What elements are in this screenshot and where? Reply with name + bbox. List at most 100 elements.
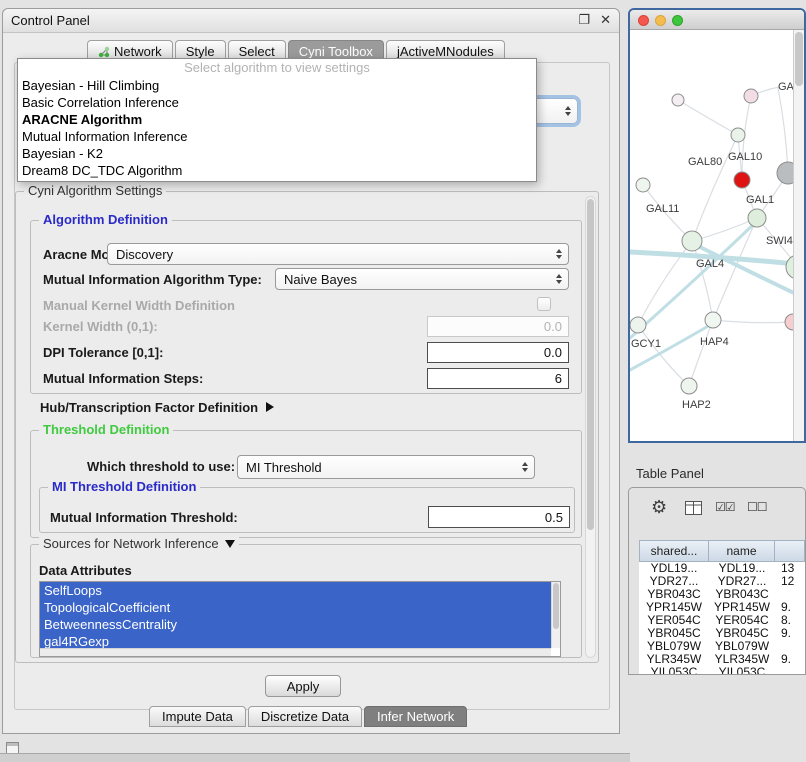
dropdown-item[interactable]: Mutual Information Inference [18,128,536,145]
attribute-list-hscrollbar[interactable] [40,648,551,656]
select-all-rows-icon[interactable]: ☑☑ [715,500,735,514]
network-window-titlebar[interactable] [630,10,804,30]
table-row[interactable]: YLR345WYLR345W9. [639,653,805,666]
columns-icon[interactable] [685,501,702,515]
table-cell[interactable]: YIL053C [709,666,775,674]
network-node[interactable] [705,312,721,328]
network-edge[interactable] [778,88,788,173]
table-cell[interactable] [775,666,805,674]
float-window-icon[interactable]: ❐ [578,12,590,28]
table-cell[interactable]: YBL079W [639,640,709,653]
deselect-all-rows-icon[interactable]: ☐☐ [747,500,767,514]
dpi-tolerance-input[interactable] [427,342,569,363]
table-cell[interactable]: YBR045C [709,627,775,640]
settings-scrollbar[interactable] [585,196,596,658]
table-cell[interactable]: YDR27... [639,575,709,588]
network-vertical-scrollbar[interactable] [793,30,804,441]
hub-definition-expander[interactable]: Hub/Transcription Factor Definition [40,398,274,416]
network-node[interactable] [785,314,793,330]
control-panel-titlebar[interactable]: Control Panel ❐ ✕ [3,9,619,33]
data-attributes-list[interactable]: SelfLoops TopologicalCoefficient Between… [39,581,561,657]
column-header[interactable]: name [709,540,775,562]
network-node[interactable] [786,255,793,279]
tab-impute-data[interactable]: Impute Data [149,706,246,727]
minimize-traffic-light-icon[interactable] [655,15,666,26]
table-cell[interactable]: YBL079W [709,640,775,653]
table-cell[interactable]: YLR345W [639,653,709,666]
dropdown-item-selected[interactable]: ARACNE Algorithm [18,111,536,128]
network-edge[interactable] [713,320,793,323]
table-cell[interactable]: 9. [775,601,805,614]
attribute-item-selected[interactable]: BetweennessCentrality [40,616,551,633]
table-cell[interactable]: YLR345W [709,653,775,666]
network-node[interactable] [777,162,793,184]
table-cell[interactable]: 12 [775,575,805,588]
table-cell[interactable]: 13 [775,562,805,575]
manual-kernel-checkbox[interactable] [537,297,551,311]
apply-button[interactable]: Apply [265,675,341,697]
network-node[interactable] [681,378,697,394]
kernel-width-input[interactable] [427,316,569,337]
network-node[interactable] [734,172,750,188]
dropdown-item[interactable]: Basic Correlation Inference [18,94,536,111]
table-cell[interactable]: 8. [775,614,805,627]
network-node[interactable] [636,178,650,192]
table-cell[interactable]: YBR045C [639,627,709,640]
table-cell[interactable]: YBR043C [709,588,775,601]
attribute-list-scrollbar[interactable] [551,582,560,648]
table-row[interactable]: YBR043CYBR043C [639,588,805,601]
scrollbar-thumb[interactable] [795,32,803,86]
scrollbar-thumb[interactable] [553,583,559,629]
column-header[interactable] [775,540,805,562]
mi-type-combobox[interactable]: Naive Bayes [275,268,569,290]
network-node[interactable] [731,128,745,142]
sources-expander[interactable]: Sources for Network Inference [39,536,239,551]
table-cell[interactable]: YDR27... [709,575,775,588]
table-body: YDL19...YDL19...13 YDR27...YDR27...12 YB… [639,562,805,674]
network-node[interactable] [672,94,684,106]
network-node[interactable] [630,317,646,333]
mi-steps-input[interactable] [427,368,569,389]
close-window-icon[interactable]: ✕ [600,12,611,28]
which-threshold-combobox[interactable]: MI Threshold [237,455,535,479]
gear-icon[interactable]: ⚙ [651,496,667,518]
network-edge[interactable] [638,325,689,386]
dropdown-item[interactable]: Bayesian - K2 [18,145,536,162]
table-cell[interactable]: YER054C [709,614,775,627]
zoom-traffic-light-icon[interactable] [672,15,683,26]
tab-discretize-data[interactable]: Discretize Data [248,706,362,727]
dropdown-item[interactable]: Dream8 DC_TDC Algorithm [18,162,536,179]
attribute-item-selected[interactable]: TopologicalCoefficient [40,599,551,616]
table-row[interactable]: YDL19...YDL19...13 [639,562,805,575]
table-cell[interactable]: 9. [775,627,805,640]
network-node[interactable] [682,231,702,251]
table-row[interactable]: YDR27...YDR27...12 [639,575,805,588]
table-row[interactable]: YER054CYER054C8. [639,614,805,627]
table-row[interactable]: YBR045CYBR045C9. [639,627,805,640]
table-row[interactable]: YPR145WYPR145W9. [639,601,805,614]
table-cell[interactable]: YDL19... [639,562,709,575]
close-traffic-light-icon[interactable] [638,15,649,26]
mi-threshold-input[interactable] [428,506,570,528]
network-edge[interactable] [678,100,738,135]
table-cell[interactable]: YER054C [639,614,709,627]
table-cell[interactable]: YPR145W [639,601,709,614]
tab-infer-network[interactable]: Infer Network [364,706,467,727]
table-cell[interactable]: YDL19... [709,562,775,575]
network-canvas[interactable]: GAL10GAL80GAL11GAL8GAL1SWI4GAL4GCY1HAP4Y… [630,30,793,441]
network-node[interactable] [744,89,758,103]
table-cell[interactable]: YPR145W [709,601,775,614]
network-node[interactable] [748,209,766,227]
table-cell[interactable]: YBR043C [639,588,709,601]
table-cell[interactable]: YIL053C [639,666,709,674]
table-row[interactable]: YIL053CYIL053C [639,666,805,674]
scrollbar-thumb[interactable] [587,199,594,530]
column-header[interactable]: shared... [639,540,709,562]
table-cell[interactable] [775,640,805,653]
table-row[interactable]: YBL079WYBL079W [639,640,805,653]
table-cell[interactable] [775,588,805,601]
attribute-item-selected[interactable]: SelfLoops [40,582,551,599]
aracne-mode-combobox[interactable]: Discovery [107,243,569,265]
table-cell[interactable]: 9. [775,653,805,666]
dropdown-item[interactable]: Bayesian - Hill Climbing [18,77,536,94]
